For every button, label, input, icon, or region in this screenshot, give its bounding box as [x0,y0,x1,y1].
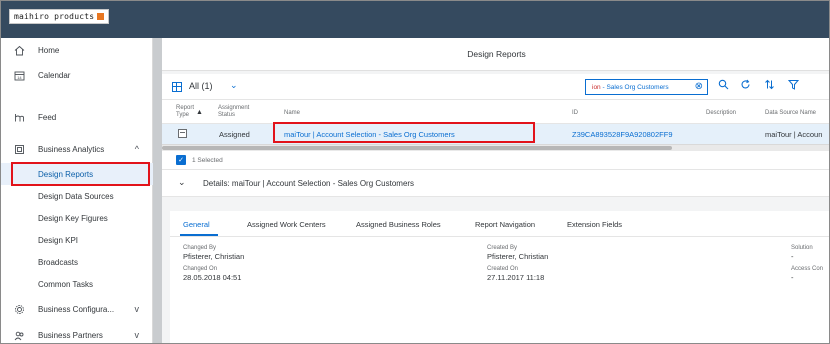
sidebar-item-label: Calendar [38,70,71,80]
page-title: Design Reports [467,49,526,59]
variant-selector[interactable]: All (1) [189,81,213,91]
partners-icon [13,329,25,341]
clear-search-icon[interactable]: ⊗ [695,81,703,92]
sidebar-item-calendar[interactable]: 14 Calendar [1,63,153,87]
logo-text: maihiro products [14,12,95,21]
search-prefix: ion [592,83,601,91]
sort-ascending-icon: ▲ [196,109,203,116]
sidebar-subitem-label: Design KPI [38,235,79,245]
table-row[interactable]: Assigned maiTour | Account Selection - S… [162,124,829,145]
sidebar-subitem-design-kpi[interactable]: Design KPI [1,229,153,251]
tab-report-navigation[interactable]: Report Navigation [475,220,535,229]
feed-icon [13,111,25,123]
page-header: Design Reports [162,38,829,71]
side-navigation: Home 14 Calendar Feed Business Analytics… [1,38,153,343]
sidebar-item-label: Home [38,45,60,55]
sidebar-item-label: Business Analytics [38,144,105,154]
tab-general[interactable]: General [183,220,210,229]
access-control-value: - [791,273,794,282]
tab-assigned-business-roles[interactable]: Assigned Business Roles [356,220,441,229]
tab-assigned-work-centers[interactable]: Assigned Work Centers [247,220,326,229]
active-tab-indicator [180,234,218,236]
sidebar-subitem-design-key-figures[interactable]: Design Key Figures [1,207,153,229]
tab-extension-fields[interactable]: Extension Fields [567,220,622,229]
sidebar-item-label: Business Configura... [38,304,115,314]
chevron-down-icon[interactable]: ⌄ [178,177,186,188]
scrollbar-thumb[interactable] [162,146,672,150]
created-on-value: 27.11.2017 11:18 [487,273,545,282]
column-header-description[interactable]: Description [706,110,736,117]
table-toolbar: All (1) ⌄ ion - Sales Org Customers ⊗ [162,74,829,100]
details-title: Details: maiTour | Account Selection - S… [203,179,415,188]
search-input[interactable]: ion - Sales Org Customers ⊗ [585,79,708,95]
sidebar-subitem-label: Design Key Figures [38,213,108,223]
sidebar-item-home[interactable]: Home [1,38,153,62]
sidebar-subitem-label: Broadcasts [38,257,79,267]
table-view-icon [172,82,182,92]
selection-count: 1 Selected [192,157,223,164]
created-by-value: Pfisterer, Christian [487,252,549,261]
sidebar-subitem-design-reports[interactable]: Design Reports [1,163,153,185]
sidebar-subitem-broadcasts[interactable]: Broadcasts [1,251,153,273]
report-type-icon [178,129,187,138]
search-input-value: ion - Sales Org Customers [592,84,688,91]
svg-text:14: 14 [17,75,22,80]
logo-mark-icon [97,13,105,20]
sort-icon[interactable] [764,79,775,93]
sidebar-item-business-analytics[interactable]: Business Analytics ^ [1,137,153,161]
column-header-data-source-name[interactable]: Data Source Name [765,110,816,117]
changed-on-value: 28.05.2018 04:51 [183,273,242,282]
sidebar-scrollbar[interactable] [153,38,162,343]
selection-info-bar: ✓ 1 Selected [162,151,829,170]
analytics-icon [13,143,25,155]
cell-data-source-name: maiTour | Accoun [765,130,823,139]
filter-icon[interactable] [787,79,800,93]
home-icon [13,44,25,56]
sidebar-item-label: Feed [38,112,57,122]
shell-bar: maihiro products [1,1,829,38]
created-on-label: Created On [487,266,519,272]
sidebar-subitem-label: Design Reports [38,169,94,179]
table-header: Report Type ▲ Assignment Status Name ID … [162,100,829,124]
calendar-icon: 14 [13,69,25,81]
company-logo[interactable]: maihiro products [9,9,110,24]
main-content: Design Reports All (1) ⌄ ion - Sales Org… [162,38,829,343]
cell-id-link[interactable]: Z39CA893528F9A920802FF9 [572,130,673,139]
access-control-label: Access Con [791,266,824,272]
cell-name-link[interactable]: maiTour | Account Selection - Sales Org … [284,130,455,139]
refresh-icon[interactable] [740,79,751,93]
chevron-down-icon[interactable]: ⌄ [230,80,238,91]
details-tabs: General Assigned Work Centers Assigned B… [170,211,829,237]
sidebar-subitem-label: Design Data Sources [38,191,114,201]
chevron-down-icon[interactable]: v [135,330,140,340]
solution-value: - [791,252,794,261]
selected-checkbox-icon[interactable]: ✓ [176,155,186,165]
column-header-assignment-status[interactable]: Assignment Status [218,105,254,119]
sidebar-subitem-label: Common Tasks [38,279,93,289]
search-text: - Sales Org Customers [600,83,669,91]
changed-by-value: Pfisterer, Christian [183,252,245,261]
settings-icon [13,303,25,315]
app-window: maihiro products Home 14 Calendar Feed B… [0,0,830,344]
details-header[interactable]: ⌄ Details: maiTour | Account Selection -… [162,170,829,197]
column-header-name[interactable]: Name [284,110,300,117]
created-by-label: Created By [487,245,518,251]
sidebar-item-business-configuration[interactable]: Business Configura... v [1,297,153,321]
sidebar-item-feed[interactable]: Feed [1,105,153,129]
solution-label: Solution [791,245,813,251]
sidebar-subitem-common-tasks[interactable]: Common Tasks [1,273,153,295]
sidebar-item-business-partners[interactable]: Business Partners v [1,323,153,343]
sidebar-item-label: Business Partners [38,330,103,340]
column-header-id[interactable]: ID [572,110,578,117]
cell-assignment-status: Assigned [219,130,250,139]
sidebar-subitem-design-data-sources[interactable]: Design Data Sources [1,185,153,207]
details-panel: General Assigned Work Centers Assigned B… [170,211,829,343]
search-icon[interactable] [718,79,729,93]
changed-on-label: Changed On [183,266,218,272]
chevron-down-icon[interactable]: v [135,304,140,314]
changed-by-label: Changed By [183,245,217,251]
chevron-up-icon[interactable]: ^ [135,144,139,154]
